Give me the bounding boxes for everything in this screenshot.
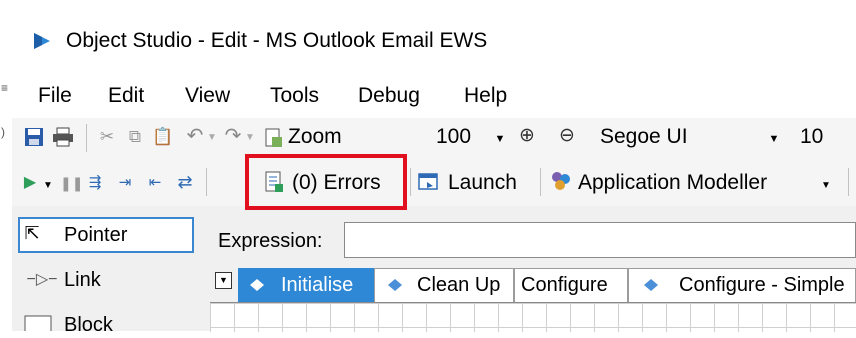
menu-tools[interactable]: Tools	[270, 82, 319, 110]
cut-icon[interactable]: ✂	[96, 126, 118, 148]
run-icon[interactable]: ▶	[22, 172, 38, 194]
copy-icon[interactable]: ⧉	[124, 126, 146, 148]
application-modeller-icon[interactable]	[550, 170, 572, 192]
font-size-select[interactable]: 10	[800, 124, 823, 150]
menu-file[interactable]: File	[38, 82, 72, 110]
redo-dropdown-icon[interactable]: ▼	[244, 127, 256, 149]
menu-view[interactable]: View	[185, 82, 230, 110]
undo-icon[interactable]: ↶	[184, 125, 206, 147]
expression-label: Expression:	[218, 230, 323, 252]
errors-highlight-box	[245, 154, 407, 210]
zoom-page-icon[interactable]	[264, 127, 284, 149]
font-name-select[interactable]: Segoe UI	[600, 124, 688, 150]
launch-icon[interactable]	[418, 172, 440, 192]
link-icon: −▷−	[26, 271, 58, 288]
zoom-out-icon[interactable]: ⊖	[556, 125, 578, 147]
window-title: Object Studio - Edit - MS Outlook Email …	[66, 29, 488, 52]
zoom-label: Zoom	[288, 125, 342, 148]
block-icon	[24, 315, 52, 331]
toolbar-separator	[848, 168, 849, 196]
zoom-in-icon[interactable]: ⊕	[516, 125, 538, 147]
reset-icon[interactable]: ⇄	[174, 171, 196, 193]
toolbar-separator	[410, 168, 411, 196]
step-out-icon[interactable]: ⇤	[144, 172, 166, 194]
paste-icon[interactable]: 📋	[152, 126, 174, 148]
object-studio-icon	[34, 33, 50, 49]
edge-mark: )	[1, 125, 5, 139]
toolbar-separator	[540, 168, 541, 196]
expression-input[interactable]	[344, 222, 856, 258]
zoom-dropdown-icon[interactable]: ▼	[494, 128, 506, 150]
tab-configure[interactable]: Configure	[514, 268, 628, 302]
menu-help[interactable]: Help	[464, 82, 507, 110]
tab-label: Initialise	[281, 274, 354, 296]
tab-label: Configure - Simple	[679, 274, 845, 296]
page-icon	[388, 279, 402, 291]
save-icon[interactable]	[24, 127, 44, 147]
menu-edit[interactable]: Edit	[108, 82, 144, 110]
application-modeller-button[interactable]: Application Modeller	[578, 170, 767, 196]
pause-icon[interactable]: ❚❚	[60, 172, 83, 194]
launch-button[interactable]: Launch	[448, 170, 517, 196]
edge-mark: ≡	[1, 81, 9, 95]
tab-configure-simple[interactable]: Configure - Simple	[628, 268, 856, 302]
palette-item-pointer[interactable]: Pointer	[64, 222, 127, 248]
redo-icon[interactable]: ↷	[222, 125, 244, 147]
toolbar-separator	[206, 168, 207, 196]
undo-dropdown-icon[interactable]: ▼	[206, 127, 218, 149]
pointer-icon: ⇱	[24, 223, 40, 243]
tab-label: Configure	[521, 274, 608, 296]
run-dropdown-icon[interactable]: ▼	[42, 175, 54, 197]
tab-label: Clean Up	[417, 274, 501, 296]
menu-debug[interactable]: Debug	[358, 82, 420, 110]
zoom-value[interactable]: 100	[436, 124, 471, 150]
print-icon[interactable]	[52, 127, 74, 147]
process-canvas-grid[interactable]	[210, 302, 856, 332]
step-over-icon[interactable]: ⇥	[114, 172, 136, 194]
toolbar-separator	[86, 124, 87, 152]
palette-item-link[interactable]: Link	[64, 267, 101, 293]
application-modeller-dropdown-icon[interactable]: ▼	[820, 175, 832, 197]
tabs-dropdown-icon[interactable]: ▼	[215, 272, 232, 289]
palette-item-block[interactable]: Block	[64, 312, 113, 338]
font-name-dropdown-icon[interactable]: ▼	[768, 128, 780, 150]
step-icon[interactable]: ⇶	[84, 172, 106, 194]
page-icon	[644, 279, 658, 291]
page-icon	[250, 279, 264, 291]
